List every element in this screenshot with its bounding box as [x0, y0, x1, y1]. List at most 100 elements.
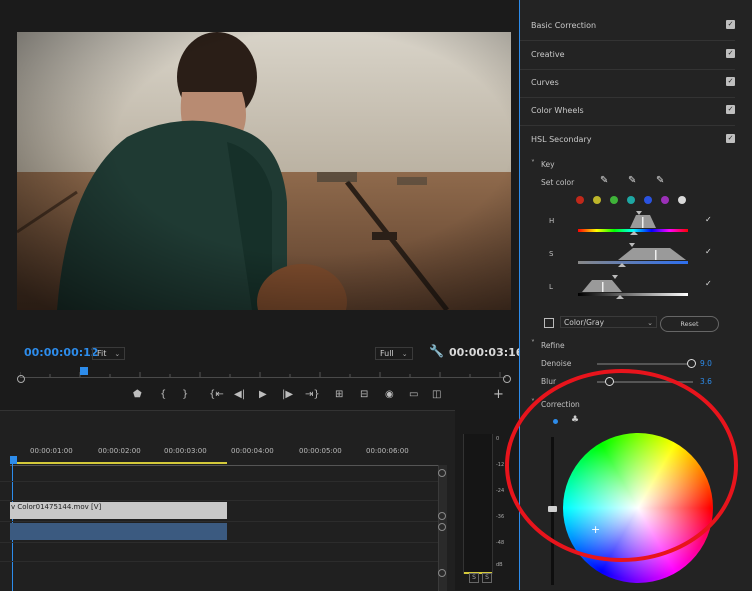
go-to-in-icon[interactable]: {⇤	[209, 389, 224, 400]
ruler-end-handle[interactable]	[503, 375, 511, 383]
comparison-view-icon[interactable]: ◫	[432, 389, 441, 400]
section-enable-checkbox[interactable]: ✓	[726, 20, 735, 29]
wrench-icon[interactable]: 🔧	[429, 344, 444, 358]
blur-value[interactable]: 3.6	[700, 377, 712, 386]
section-label: Basic Correction	[531, 21, 597, 30]
blur-handle[interactable]	[605, 377, 614, 386]
section-curves[interactable]: Curves ✓	[520, 69, 735, 98]
swatch-yellow[interactable]	[593, 196, 601, 204]
correction-label: Correction	[541, 400, 580, 409]
zoom-handle[interactable]	[438, 569, 446, 577]
duration-timecode: 00:00:03:16	[449, 346, 524, 359]
swatch-magenta[interactable]	[661, 196, 669, 204]
eyedropper-add-icon[interactable]: ✎	[628, 175, 636, 186]
reset-button[interactable]: Reset	[660, 316, 719, 332]
color-wheel[interactable]: +	[563, 433, 713, 583]
swatch-blue[interactable]	[644, 196, 652, 204]
color-gray-checkbox[interactable]	[544, 318, 554, 328]
lumetri-color-panel: Basic Correction ✓ Creative ✓ Curves ✓ C…	[519, 0, 752, 590]
denoise-handle[interactable]	[687, 359, 696, 368]
single-wheel-mode-icon[interactable]	[553, 419, 558, 424]
zoom-dropdown[interactable]: Fit ⌄	[92, 347, 126, 360]
track-divider	[0, 542, 438, 543]
video-frame	[17, 32, 511, 310]
add-marker-icon[interactable]: ⬟	[133, 389, 142, 400]
section-label: HSL Secondary	[531, 135, 592, 144]
time-tick: 00:00:03:00	[164, 447, 207, 455]
eyedropper-icon[interactable]: ✎	[600, 175, 608, 186]
saturation-range-slider[interactable]	[578, 240, 690, 268]
refine-label: Refine	[541, 341, 565, 350]
eyedropper-subtract-icon[interactable]: ✎	[656, 175, 664, 186]
monitor-time-ruler[interactable]	[20, 369, 506, 378]
section-hsl-secondary[interactable]: HSL Secondary ✓	[520, 126, 735, 154]
video-clip[interactable]: v Color01475144.mov [V]	[10, 502, 227, 519]
time-tick: 00:00:04:00	[231, 447, 274, 455]
section-enable-checkbox[interactable]: ✓	[726, 77, 735, 86]
step-forward-icon[interactable]: |▶	[282, 389, 293, 400]
solo-button[interactable]: S	[482, 573, 492, 583]
chevron-down-icon[interactable]: ˅	[531, 339, 535, 348]
track-divider	[0, 500, 438, 501]
zoom-handle[interactable]	[438, 523, 446, 531]
chevron-down-icon[interactable]: ˅	[531, 398, 535, 407]
hue-range-slider[interactable]	[578, 209, 690, 235]
chevron-down-icon: ⌄	[114, 350, 121, 358]
add-button-icon[interactable]: +	[493, 387, 504, 402]
chevron-down-icon: ⌄	[401, 350, 408, 358]
safe-margins-icon[interactable]: ▭	[409, 389, 418, 400]
lift-icon[interactable]: ⊞	[335, 389, 343, 400]
hue-enable-check[interactable]: ✓	[705, 215, 712, 224]
luminance-enable-check[interactable]: ✓	[705, 279, 712, 288]
timeline-playhead[interactable]	[10, 456, 17, 464]
swatch-cyan[interactable]	[627, 196, 635, 204]
play-icon[interactable]: ▶	[259, 389, 267, 400]
section-creative[interactable]: Creative ✓	[520, 41, 735, 70]
luminance-range-slider[interactable]	[578, 272, 690, 300]
three-wheel-mode-icon[interactable]: ♣	[571, 415, 579, 425]
transport-controls: ⬟ { } {⇤ ◀| ▶ |▶ ⇥} ⊞ ⊟ ◉ ▭ ◫ +	[0, 387, 519, 403]
step-back-icon[interactable]: ◀|	[234, 389, 245, 400]
hue-label: H	[549, 217, 555, 225]
denoise-label: Denoise	[541, 359, 572, 368]
section-enable-checkbox[interactable]: ✓	[726, 105, 735, 114]
key-label: Key	[541, 160, 555, 169]
camera-icon[interactable]: ◉	[385, 389, 394, 400]
denoise-slider[interactable]	[597, 363, 693, 365]
saturation-enable-check[interactable]: ✓	[705, 247, 712, 256]
chevron-down-icon[interactable]: ˅	[531, 159, 535, 168]
ruler-start-handle[interactable]	[17, 375, 25, 383]
extract-icon[interactable]: ⊟	[360, 389, 368, 400]
mark-out-icon[interactable]: }	[182, 389, 188, 400]
time-tick: 00:00:01:00	[30, 447, 73, 455]
swatch-white[interactable]	[678, 196, 686, 204]
luminance-slider-handle[interactable]	[548, 506, 557, 512]
color-wheel-crosshair-icon[interactable]: +	[591, 523, 600, 536]
resolution-dropdown[interactable]: Full ⌄	[375, 347, 413, 360]
zoom-handle[interactable]	[438, 469, 446, 477]
time-tick: 00:00:06:00	[366, 447, 409, 455]
swatch-green[interactable]	[610, 196, 618, 204]
track-divider	[0, 481, 438, 482]
track-divider	[0, 521, 438, 522]
audio-clip[interactable]	[10, 523, 227, 540]
video-clip-label: v Color01475144.mov [V]	[11, 503, 102, 511]
solo-button[interactable]: S	[469, 573, 479, 583]
go-to-out-icon[interactable]: ⇥}	[305, 389, 320, 400]
section-basic-correction[interactable]: Basic Correction ✓	[520, 12, 735, 41]
section-color-wheels[interactable]: Color Wheels ✓	[520, 97, 735, 126]
denoise-value[interactable]: 9.0	[700, 359, 712, 368]
mark-in-icon[interactable]: {	[160, 389, 166, 400]
monitor-playhead[interactable]	[80, 367, 88, 375]
track-divider	[0, 561, 438, 562]
zoom-handle[interactable]	[438, 512, 446, 520]
current-timecode[interactable]: 00:00:00:12	[24, 346, 98, 359]
color-gray-dropdown[interactable]: Color/Gray ⌄	[560, 316, 657, 328]
chevron-down-icon: ⌄	[647, 319, 653, 327]
section-enable-checkbox[interactable]: ✓	[726, 134, 735, 143]
swatch-red[interactable]	[576, 196, 584, 204]
work-area-bar[interactable]	[12, 462, 227, 464]
meter-tick: -36	[496, 514, 505, 520]
section-label: Creative	[531, 50, 565, 59]
section-enable-checkbox[interactable]: ✓	[726, 49, 735, 58]
